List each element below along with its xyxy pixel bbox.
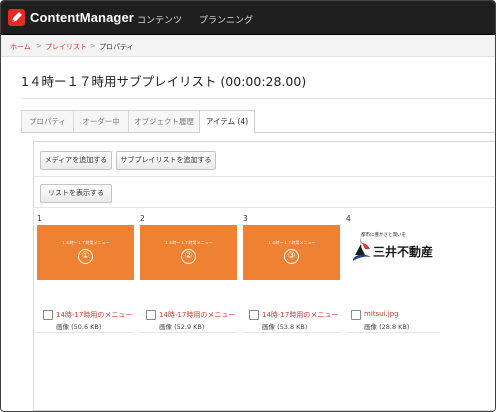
thumbnail-number: ① <box>78 249 93 264</box>
media-thumbnail[interactable]: １４時ー１７時用メニュー ③ <box>243 225 340 280</box>
app-window: ContentManager コンテンツ プランニング ホーム > プレイリスト… <box>0 0 496 412</box>
breadcrumb-separator: > <box>90 42 96 50</box>
item-meta: 画像 (50.6 KB) <box>56 323 102 331</box>
item-name-link[interactable]: mitsui.jpg <box>364 310 399 318</box>
checkbox-icon[interactable] <box>146 310 156 320</box>
checkbox-icon[interactable] <box>43 310 53 320</box>
list-divider <box>34 207 495 208</box>
tab-object-history[interactable]: オブジェクト履歴 <box>128 110 200 132</box>
thumbnail-number: ③ <box>284 249 299 264</box>
top-navbar: ContentManager コンテンツ プランニング <box>1 1 495 35</box>
pencil-icon[interactable] <box>8 9 25 26</box>
logo-wordmark: 三井不動産 <box>373 245 434 259</box>
item-divider <box>37 332 134 333</box>
thumbnail-title: １４時ー１７時用メニュー <box>164 240 213 245</box>
item-name-link[interactable]: 14時-17時用のメニュー <box>56 310 132 320</box>
item-divider <box>243 332 340 333</box>
item-name-link[interactable]: 14時-17時用のメニュー <box>159 310 235 320</box>
item-index: 4 <box>346 214 351 223</box>
media-thumbnail[interactable]: １４時ー１７時用メニュー ② <box>140 225 237 280</box>
thumbnail-title: １４時ー１７時用メニュー <box>267 240 316 245</box>
breadcrumb-current: プロパティ <box>99 43 134 51</box>
add-subplaylist-button[interactable]: サブプレイリストを追加する <box>116 151 216 170</box>
breadcrumb-home[interactable]: ホーム <box>10 42 31 52</box>
media-thumbnail[interactable]: １４時ー１７時用メニュー ① <box>37 225 134 280</box>
item-divider <box>140 332 237 333</box>
nav-contents[interactable]: コンテンツ <box>137 13 182 26</box>
item-divider <box>346 332 440 333</box>
item-meta: 画像 (53.8 KB) <box>262 323 308 331</box>
checkbox-icon[interactable] <box>249 310 259 320</box>
mitsui-emblem-icon <box>353 237 371 261</box>
app-brand[interactable]: ContentManager <box>30 10 134 25</box>
item-name-link[interactable]: 14時-17時用のメニュー <box>262 310 338 320</box>
nav-planning[interactable]: プランニング <box>199 13 253 26</box>
breadcrumb-separator: > <box>36 42 42 50</box>
logo-tagline: 都市に豊かさと潤いを <box>361 233 406 238</box>
breadcrumb: ホーム > プレイリスト > プロパティ <box>1 35 495 57</box>
item-meta: 画像 (28.8 KB) <box>364 323 410 331</box>
title-divider <box>21 98 495 99</box>
item-index: 1 <box>37 214 42 223</box>
add-media-button[interactable]: メディアを追加する <box>40 151 112 170</box>
checkbox-icon[interactable] <box>351 310 361 320</box>
thumbnail-number: ② <box>181 249 196 264</box>
tab-orders[interactable]: オーダー中 <box>73 110 129 132</box>
tab-items[interactable]: アイテム (4) <box>199 110 255 133</box>
show-list-button[interactable]: リストを表示する <box>40 184 112 203</box>
toolbar-divider <box>34 176 495 177</box>
thumbnail-title: １４時ー１７時用メニュー <box>61 240 110 245</box>
tab-bar: プロパティ オーダー中 オブジェクト履歴 アイテム (4) <box>21 110 495 133</box>
item-index: 2 <box>140 214 145 223</box>
item-index: 3 <box>243 214 248 223</box>
item-meta: 画像 (52.9 KB) <box>159 323 205 331</box>
breadcrumb-playlists[interactable]: プレイリスト <box>45 42 87 52</box>
tab-properties[interactable]: プロパティ <box>21 110 74 132</box>
page-title: 1４時ー１７時用サブプレイリスト (00:00:28.00) <box>21 74 307 89</box>
